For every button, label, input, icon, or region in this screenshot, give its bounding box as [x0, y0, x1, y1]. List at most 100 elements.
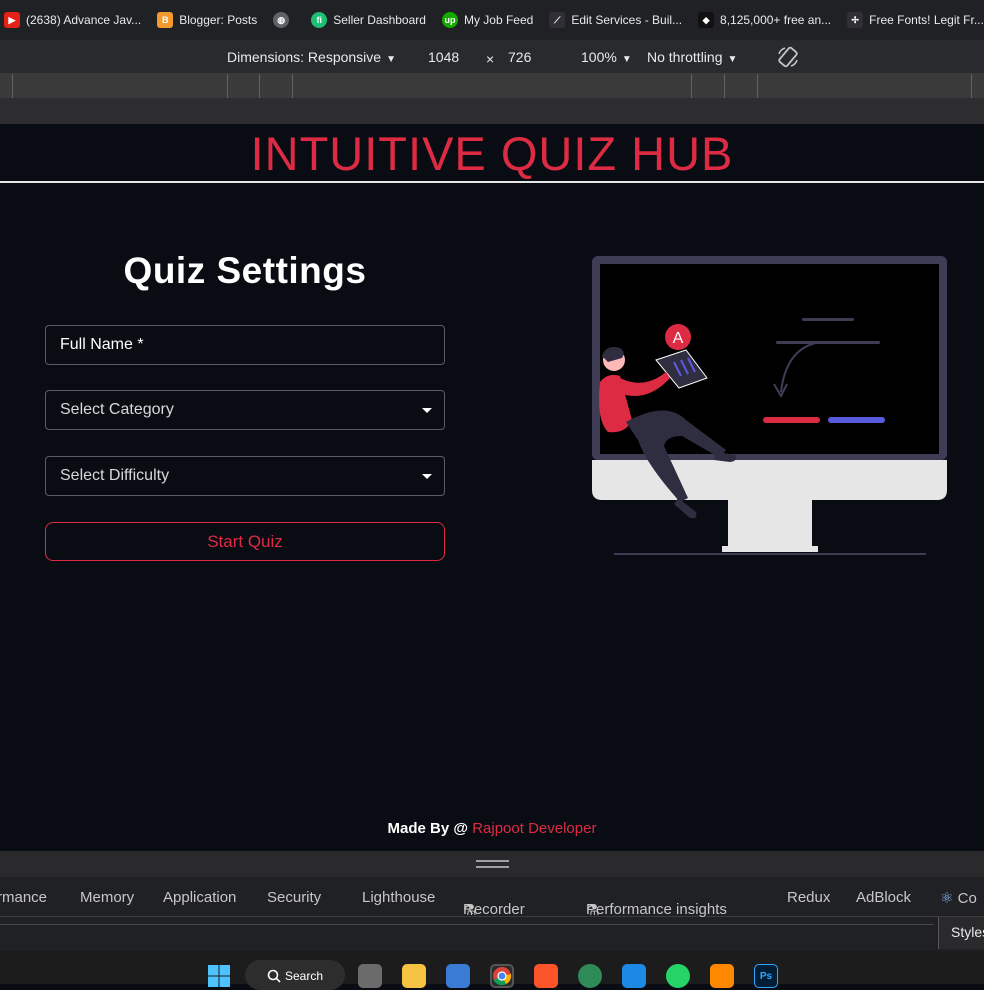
site-title: INTUITIVE QUIZ HUB [250, 127, 734, 180]
bookmark-blogger[interactable]: B Blogger: Posts [157, 12, 257, 28]
devtools-panel [0, 917, 984, 951]
tab-redux[interactable]: Redux [787, 889, 830, 906]
bookmark-label: Blogger: Posts [179, 13, 258, 27]
ruler-divider [757, 74, 758, 98]
person-shoe [674, 498, 697, 519]
device-toolbar: Dimensions: Responsive ▼ 1048 × 726 100% ▼… [0, 40, 984, 74]
bookmark-label: (2638) Advance Jav... [26, 13, 142, 27]
youtube-icon: ▶ [4, 12, 20, 28]
fonts-icon: ✢ [847, 12, 864, 28]
bookmark-youtube[interactable]: ▶ (2638) Advance Jav... [4, 12, 141, 28]
settings-title: Quiz Settings [123, 250, 367, 291]
photoshop-icon[interactable]: Ps [754, 964, 778, 988]
network-globe-icon[interactable] [578, 964, 602, 988]
zoom-select[interactable]: 100% ▼ [581, 49, 632, 65]
height-input[interactable]: 726 [508, 49, 531, 65]
answer-badge-letter: A [673, 330, 684, 347]
difficulty-select-label: Select Difficulty [60, 467, 170, 484]
fiverr-icon: fi [311, 12, 328, 28]
bookmarks-bar: ▶ (2638) Advance Jav... B Blogger: Posts… [0, 0, 984, 40]
bookmark-label: Seller Dashboard [333, 13, 426, 27]
ruler-divider [971, 74, 972, 98]
search-label: Search [285, 969, 324, 983]
category-select-label: Select Category [60, 401, 174, 418]
freepik-icon: ◆ [698, 12, 715, 28]
width-input[interactable]: 1048 [428, 49, 459, 65]
start-quiz-button[interactable]: Start Quiz [45, 522, 445, 561]
bookmark-free-fonts[interactable]: ✢ Free Fonts! Legit Fr... [847, 12, 984, 28]
ruler-divider [227, 74, 228, 98]
bookmark-job-feed[interactable]: up My Job Feed [441, 12, 534, 28]
devtools-resize-bar[interactable] [0, 851, 984, 877]
times-sign: × [486, 51, 495, 67]
footer-credit: Made By @ Rajpoot Developer [0, 820, 984, 837]
difficulty-select[interactable]: Select Difficulty [45, 456, 445, 496]
full-name-input[interactable]: Full Name * [45, 325, 445, 365]
footer-prefix: Made By @ [387, 820, 473, 837]
monitor-stand [728, 500, 812, 546]
answer-bar-red [763, 417, 820, 423]
caret-down-icon: ▼ [727, 54, 738, 65]
dropdown-arrow-icon [422, 408, 432, 413]
dimensions-select[interactable]: Dimensions: Responsive ▼ [227, 49, 396, 65]
store-icon[interactable] [446, 964, 470, 988]
ruler-divider [12, 74, 13, 98]
screen-line [802, 318, 854, 321]
throttling-select[interactable]: No throttling ▼ [647, 49, 737, 65]
tab-memory[interactable]: Memory [80, 889, 134, 906]
dropdown-arrow-icon [422, 474, 432, 479]
caret-down-icon: ▼ [386, 54, 396, 65]
tab-security[interactable]: Security [267, 889, 321, 906]
edit-services-icon: ⟋ [549, 12, 566, 28]
developer-link[interactable]: Rajpoot Developer [472, 820, 596, 837]
monitor-chin [592, 460, 947, 500]
upwork-icon: up [441, 12, 458, 28]
ruler-divider [259, 74, 260, 98]
folder-icon[interactable] [402, 964, 426, 988]
vlc-icon[interactable] [710, 964, 734, 988]
screen-line [776, 341, 880, 344]
chrome-logo [493, 967, 512, 986]
bookmark-label: My Job Feed [463, 13, 534, 27]
bookmark-label: Free Fonts! Legit Fr... [869, 13, 984, 27]
tab-application[interactable]: Application [163, 889, 236, 906]
bookmark-label: 8,125,000+ free an... [720, 13, 832, 27]
windows-start-icon[interactable] [207, 964, 231, 988]
bookmark-seller-dashboard[interactable]: fi Seller Dashboard [311, 12, 426, 28]
whatsapp-icon[interactable] [666, 964, 690, 988]
file-manager-icon[interactable] [358, 964, 382, 988]
category-select[interactable]: Select Category [45, 390, 445, 430]
tab-performance[interactable]: rmance [0, 889, 47, 906]
caret-down-icon: ▼ [621, 54, 632, 65]
resize-grip-icon[interactable] [476, 860, 509, 868]
windows-taskbar: Search Ps [0, 951, 984, 990]
chrome-icon[interactable] [490, 964, 514, 988]
taskbar-search[interactable]: Search [245, 960, 345, 990]
title-divider [0, 181, 984, 183]
devtools-tab-bar: rmance Memory Application Security Light… [0, 877, 984, 919]
search-icon [267, 969, 281, 983]
tab-components[interactable]: ⚛ Co [940, 889, 977, 907]
quiz-illustration: A [592, 256, 947, 555]
react-icon: ⚛ [940, 890, 954, 907]
brave-icon[interactable] [534, 964, 558, 988]
ruler-divider [292, 74, 293, 98]
page-viewport: INTUITIVE QUIZ HUB Quiz Settings Full Na… [0, 124, 984, 851]
rotate-icon[interactable] [776, 45, 800, 69]
vscode-icon[interactable] [622, 964, 646, 988]
tab-adblock[interactable]: AdBlock [856, 889, 911, 906]
globe-icon: ◍ [273, 12, 290, 28]
bookmark-edit-services[interactable]: ⟋ Edit Services - Buil... [549, 12, 682, 28]
monitor-base [722, 546, 818, 552]
ruler-divider [691, 74, 692, 98]
answer-bar-blue [828, 417, 885, 423]
tab-lighthouse[interactable]: Lighthouse [362, 889, 435, 906]
viewport-gap [0, 98, 984, 124]
tab-styles[interactable]: Styles [938, 917, 984, 949]
bookmark-freepik[interactable]: ◆ 8,125,000+ free an... [698, 12, 831, 28]
bookmark-globe[interactable]: ◍ [273, 12, 295, 28]
blogger-icon: B [157, 12, 174, 28]
panel-divider [0, 924, 934, 925]
ruler-divider [724, 74, 725, 98]
media-query-bar[interactable] [0, 74, 984, 98]
